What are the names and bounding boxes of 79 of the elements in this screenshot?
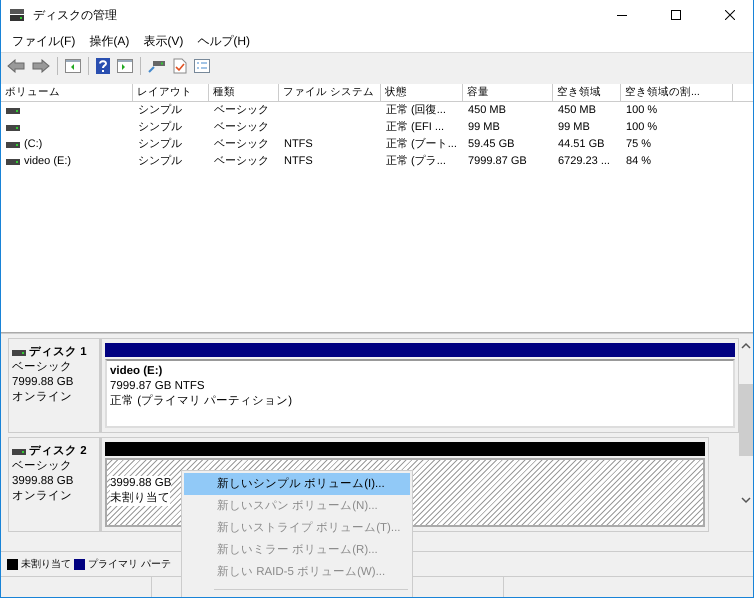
table-cell-text: 6729.23 ... <box>558 154 610 169</box>
help-icon[interactable] <box>96 58 110 74</box>
table-cell-text: 7999.87 GB <box>468 154 527 169</box>
table-cell-text: 84 % <box>626 154 652 169</box>
console-tree-icon[interactable] <box>65 59 81 73</box>
context-menu-item[interactable]: 新しいシンプル ボリューム(I)... <box>184 473 410 495</box>
drive-icon <box>6 142 20 148</box>
table-cell-text: シンプル <box>138 154 182 169</box>
table-cell-text: シンプル <box>138 120 182 135</box>
window-title: ディスクの管理 <box>33 6 117 24</box>
table-cell-text: 59.45 GB <box>468 137 514 152</box>
table-cell-text: 正常 (EFI ... <box>386 120 444 135</box>
column-header[interactable]: 空き領域 <box>553 84 621 102</box>
table-cell-text: 正常 (ブート... <box>386 136 457 152</box>
table-cell-text: NTFS <box>284 137 313 152</box>
menu-item[interactable]: 操作(A) <box>82 32 136 50</box>
partition-block[interactable]: video (E:) 7999.87 GB NTFS 正常 (プライマリ パーティション) <box>105 359 735 428</box>
drive-icon <box>12 350 26 356</box>
column-header[interactable]: 状態 <box>381 84 463 102</box>
table-cell-text: (C:) <box>24 137 42 152</box>
disk-drive-icon <box>9 8 25 22</box>
table-cell-text: 44.51 GB <box>558 137 604 152</box>
drive-icon <box>6 158 20 164</box>
table-cell-text: 99 MB <box>468 120 500 135</box>
disk-name: ディスク 2 <box>29 444 87 459</box>
table-cell-text: 99 MB <box>558 120 590 135</box>
maximize-icon <box>671 10 681 20</box>
table-cell-text: 100 % <box>626 120 658 135</box>
partition-text: 正常 (プライマリ パーティション) <box>110 394 294 409</box>
column-header[interactable]: 種類 <box>209 84 279 102</box>
column-header[interactable]: ファイル システム <box>279 84 381 102</box>
column-header[interactable]: ボリューム <box>1 84 133 102</box>
partition-title: video (E:) <box>110 364 164 379</box>
partition-text: 7999.87 GB NTFS <box>110 379 206 394</box>
scroll-up-icon[interactable] <box>741 342 751 350</box>
table-cell-text: 正常 (プラ... <box>386 154 446 169</box>
connect-drive-icon[interactable] <box>148 59 166 73</box>
menu-item[interactable]: ヘルプ(H) <box>190 32 257 50</box>
table-cell-text: 75 % <box>626 137 652 152</box>
legend-label: プライマリ パーテ <box>88 558 171 571</box>
table-cell-text: シンプル <box>138 102 182 118</box>
menu-item[interactable]: ファイル(F) <box>5 32 82 50</box>
menu-item[interactable]: 表示(V) <box>136 32 190 50</box>
disk-status: オンライン <box>12 489 73 504</box>
disk-name: ディスク 1 <box>29 345 87 360</box>
column-header[interactable]: 空き領域の割... <box>621 84 733 102</box>
back-arrow-icon[interactable] <box>7 59 25 73</box>
table-cell-text: NTFS <box>284 154 313 169</box>
column-header[interactable]: レイアウト <box>133 84 209 102</box>
table-cell-text: 正常 (回復... <box>386 103 446 118</box>
disk-size: 7999.88 GB <box>12 375 74 390</box>
legend-label: 未割り当て <box>21 558 71 571</box>
drive-icon <box>6 124 20 130</box>
checklist-icon[interactable] <box>194 59 210 73</box>
table-cell-text: 450 MB <box>558 103 596 118</box>
close-icon <box>725 10 735 20</box>
column-header[interactable]: 容量 <box>463 84 553 102</box>
table-cell-text: video (E:) <box>24 154 72 169</box>
forward-arrow-icon[interactable] <box>32 59 50 73</box>
disk-type: ベーシック <box>12 459 73 474</box>
table-cell-text: ベーシック <box>214 120 269 135</box>
scroll-down-icon[interactable] <box>741 496 751 504</box>
disk-type: ベーシック <box>12 360 73 375</box>
table-cell-text: ベーシック <box>214 154 269 169</box>
partition-text: 3999.88 GB <box>110 476 172 491</box>
disk-status: オンライン <box>12 390 73 405</box>
table-cell-text: 450 MB <box>468 103 506 118</box>
drive-icon <box>6 108 20 114</box>
disk-info-panel[interactable]: ディスク 1 ベーシック 7999.88 GB オンライン <box>8 338 101 433</box>
table-cell-text: シンプル <box>138 136 182 152</box>
disk-size: 3999.88 GB <box>12 474 74 489</box>
table-cell-text: ベーシック <box>214 103 269 118</box>
document-check-icon[interactable] <box>173 58 187 74</box>
table-cell-text: ベーシック <box>214 137 269 152</box>
drive-icon <box>12 448 26 454</box>
partition-text: 未割り当て <box>110 491 170 506</box>
action-pane-icon[interactable] <box>117 59 133 73</box>
table-cell-text: 100 % <box>626 103 658 118</box>
disk-info-panel[interactable]: ディスク 2 ベーシック 3999.88 GB オンライン <box>8 437 101 532</box>
